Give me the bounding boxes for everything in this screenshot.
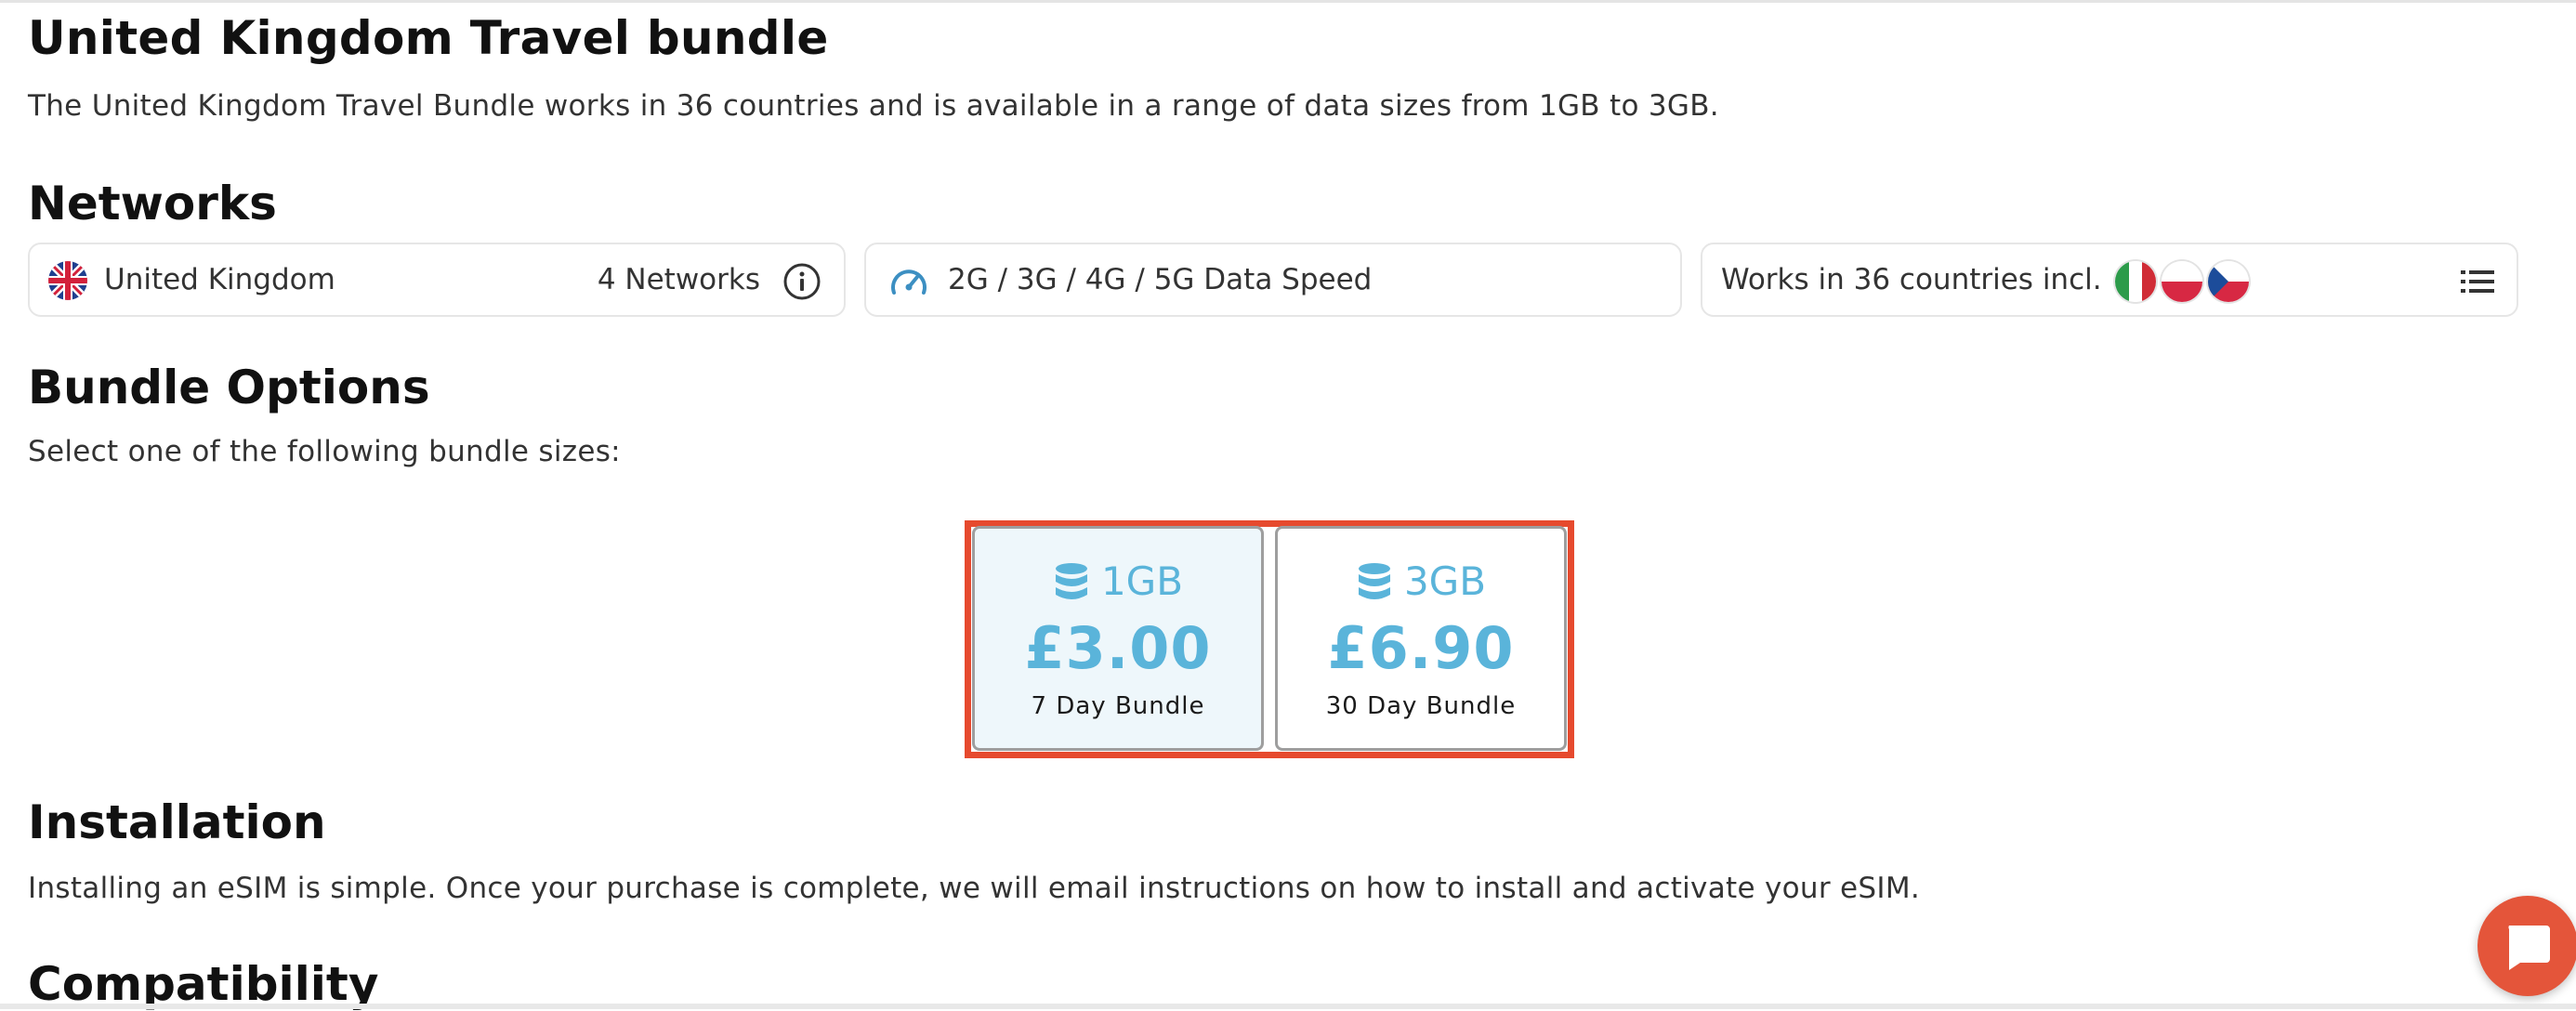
networks-count: 4 Networks bbox=[597, 263, 760, 296]
bundle-price: £3.00 bbox=[1024, 614, 1212, 682]
bundle-data-label: 3GB bbox=[1403, 558, 1487, 604]
list-icon[interactable] bbox=[2459, 267, 2496, 296]
installation-text: Installing an eSIM is simple. Once your … bbox=[28, 872, 1921, 905]
czech-flag-icon bbox=[2208, 261, 2249, 302]
country-flags bbox=[2115, 261, 2254, 302]
bottom-divider bbox=[0, 1004, 2576, 1009]
bundle-options-heading: Bundle Options bbox=[28, 361, 430, 414]
bundle-data-label: 1GB bbox=[1100, 558, 1184, 604]
bundle-option-1gb[interactable]: 1GB £3.00 7 Day Bundle bbox=[972, 526, 1264, 751]
bundle-term: 7 Day Bundle bbox=[1031, 692, 1205, 720]
bundle-data-size: 1GB bbox=[975, 558, 1261, 604]
speedometer-icon bbox=[891, 269, 927, 295]
page-description: The United Kingdom Travel Bundle works i… bbox=[28, 89, 1719, 123]
chat-icon bbox=[2508, 926, 2550, 970]
info-icon[interactable] bbox=[782, 262, 821, 301]
coverage-card[interactable]: Works in 36 countries incl. bbox=[1701, 243, 2518, 317]
poland-flag-icon bbox=[2162, 261, 2202, 302]
data-speed-card: 2G / 3G / 4G / 5G Data Speed bbox=[864, 243, 1682, 317]
database-icon bbox=[1055, 562, 1087, 599]
installation-heading: Installation bbox=[28, 795, 326, 849]
bundle-price: £6.90 bbox=[1327, 614, 1515, 682]
bundle-data-size: 3GB bbox=[1278, 558, 1564, 604]
bundle-term: 30 Day Bundle bbox=[1325, 692, 1517, 720]
bundle-options-instruction: Select one of the following bundle sizes… bbox=[28, 435, 621, 468]
database-icon bbox=[1358, 562, 1390, 599]
bundle-option-3gb[interactable]: 3GB £6.90 30 Day Bundle bbox=[1275, 526, 1567, 751]
uk-flag-icon bbox=[48, 261, 87, 300]
country-label: United Kingdom bbox=[104, 263, 335, 296]
coverage-label: Works in 36 countries incl. bbox=[1721, 263, 2102, 296]
page-title: United Kingdom Travel bundle bbox=[28, 11, 829, 65]
data-speed-label: 2G / 3G / 4G / 5G Data Speed bbox=[948, 263, 1373, 296]
networks-heading: Networks bbox=[28, 177, 277, 230]
chat-button[interactable] bbox=[2477, 896, 2576, 996]
country-networks-card[interactable]: United Kingdom 4 Networks bbox=[28, 243, 846, 317]
top-divider bbox=[0, 0, 2576, 3]
italy-flag-icon bbox=[2115, 261, 2156, 302]
